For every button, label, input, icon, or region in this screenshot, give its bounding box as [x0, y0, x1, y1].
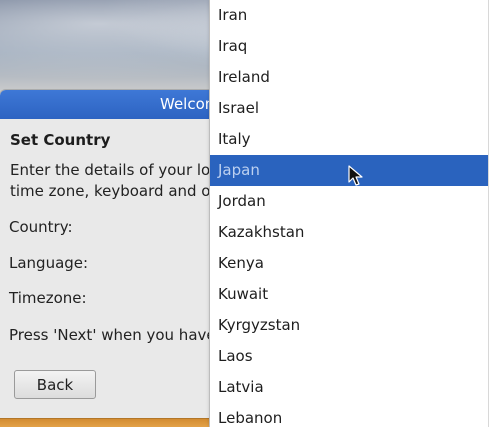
- dropdown-item-kenya[interactable]: Kenya: [210, 248, 488, 279]
- dropdown-item-kuwait[interactable]: Kuwait: [210, 279, 488, 310]
- dropdown-scrollbar[interactable]: [488, 0, 498, 427]
- description-line-2: time zone, keyboard and othe: [10, 182, 215, 200]
- next-hint-text: Press 'Next' when you have m: [9, 326, 209, 344]
- language-label: Language:: [9, 254, 89, 272]
- dropdown-item-laos[interactable]: Laos: [210, 341, 488, 372]
- country-dropdown-list[interactable]: Iran Iraq Ireland Israel Italy Japan Jor…: [210, 0, 488, 427]
- mouse-pointer-icon: [348, 165, 363, 186]
- description-line-1: Enter the details of your loca: [10, 161, 215, 179]
- country-label: Country:: [9, 218, 73, 236]
- dropdown-item-kyrgyzstan[interactable]: Kyrgyzstan: [210, 310, 488, 341]
- dropdown-item-kazakhstan[interactable]: Kazakhstan: [210, 217, 488, 248]
- dropdown-item-iran[interactable]: Iran: [210, 0, 488, 31]
- dropdown-item-jordan[interactable]: Jordan: [210, 186, 488, 217]
- dropdown-item-latvia[interactable]: Latvia: [210, 372, 488, 403]
- dropdown-item-ireland[interactable]: Ireland: [210, 62, 488, 93]
- back-button[interactable]: Back: [14, 370, 96, 399]
- dropdown-item-israel[interactable]: Israel: [210, 93, 488, 124]
- dropdown-item-lebanon[interactable]: Lebanon: [210, 403, 488, 427]
- timezone-label: Timezone:: [9, 289, 87, 307]
- dropdown-item-italy[interactable]: Italy: [210, 124, 488, 155]
- dropdown-item-iraq[interactable]: Iraq: [210, 31, 488, 62]
